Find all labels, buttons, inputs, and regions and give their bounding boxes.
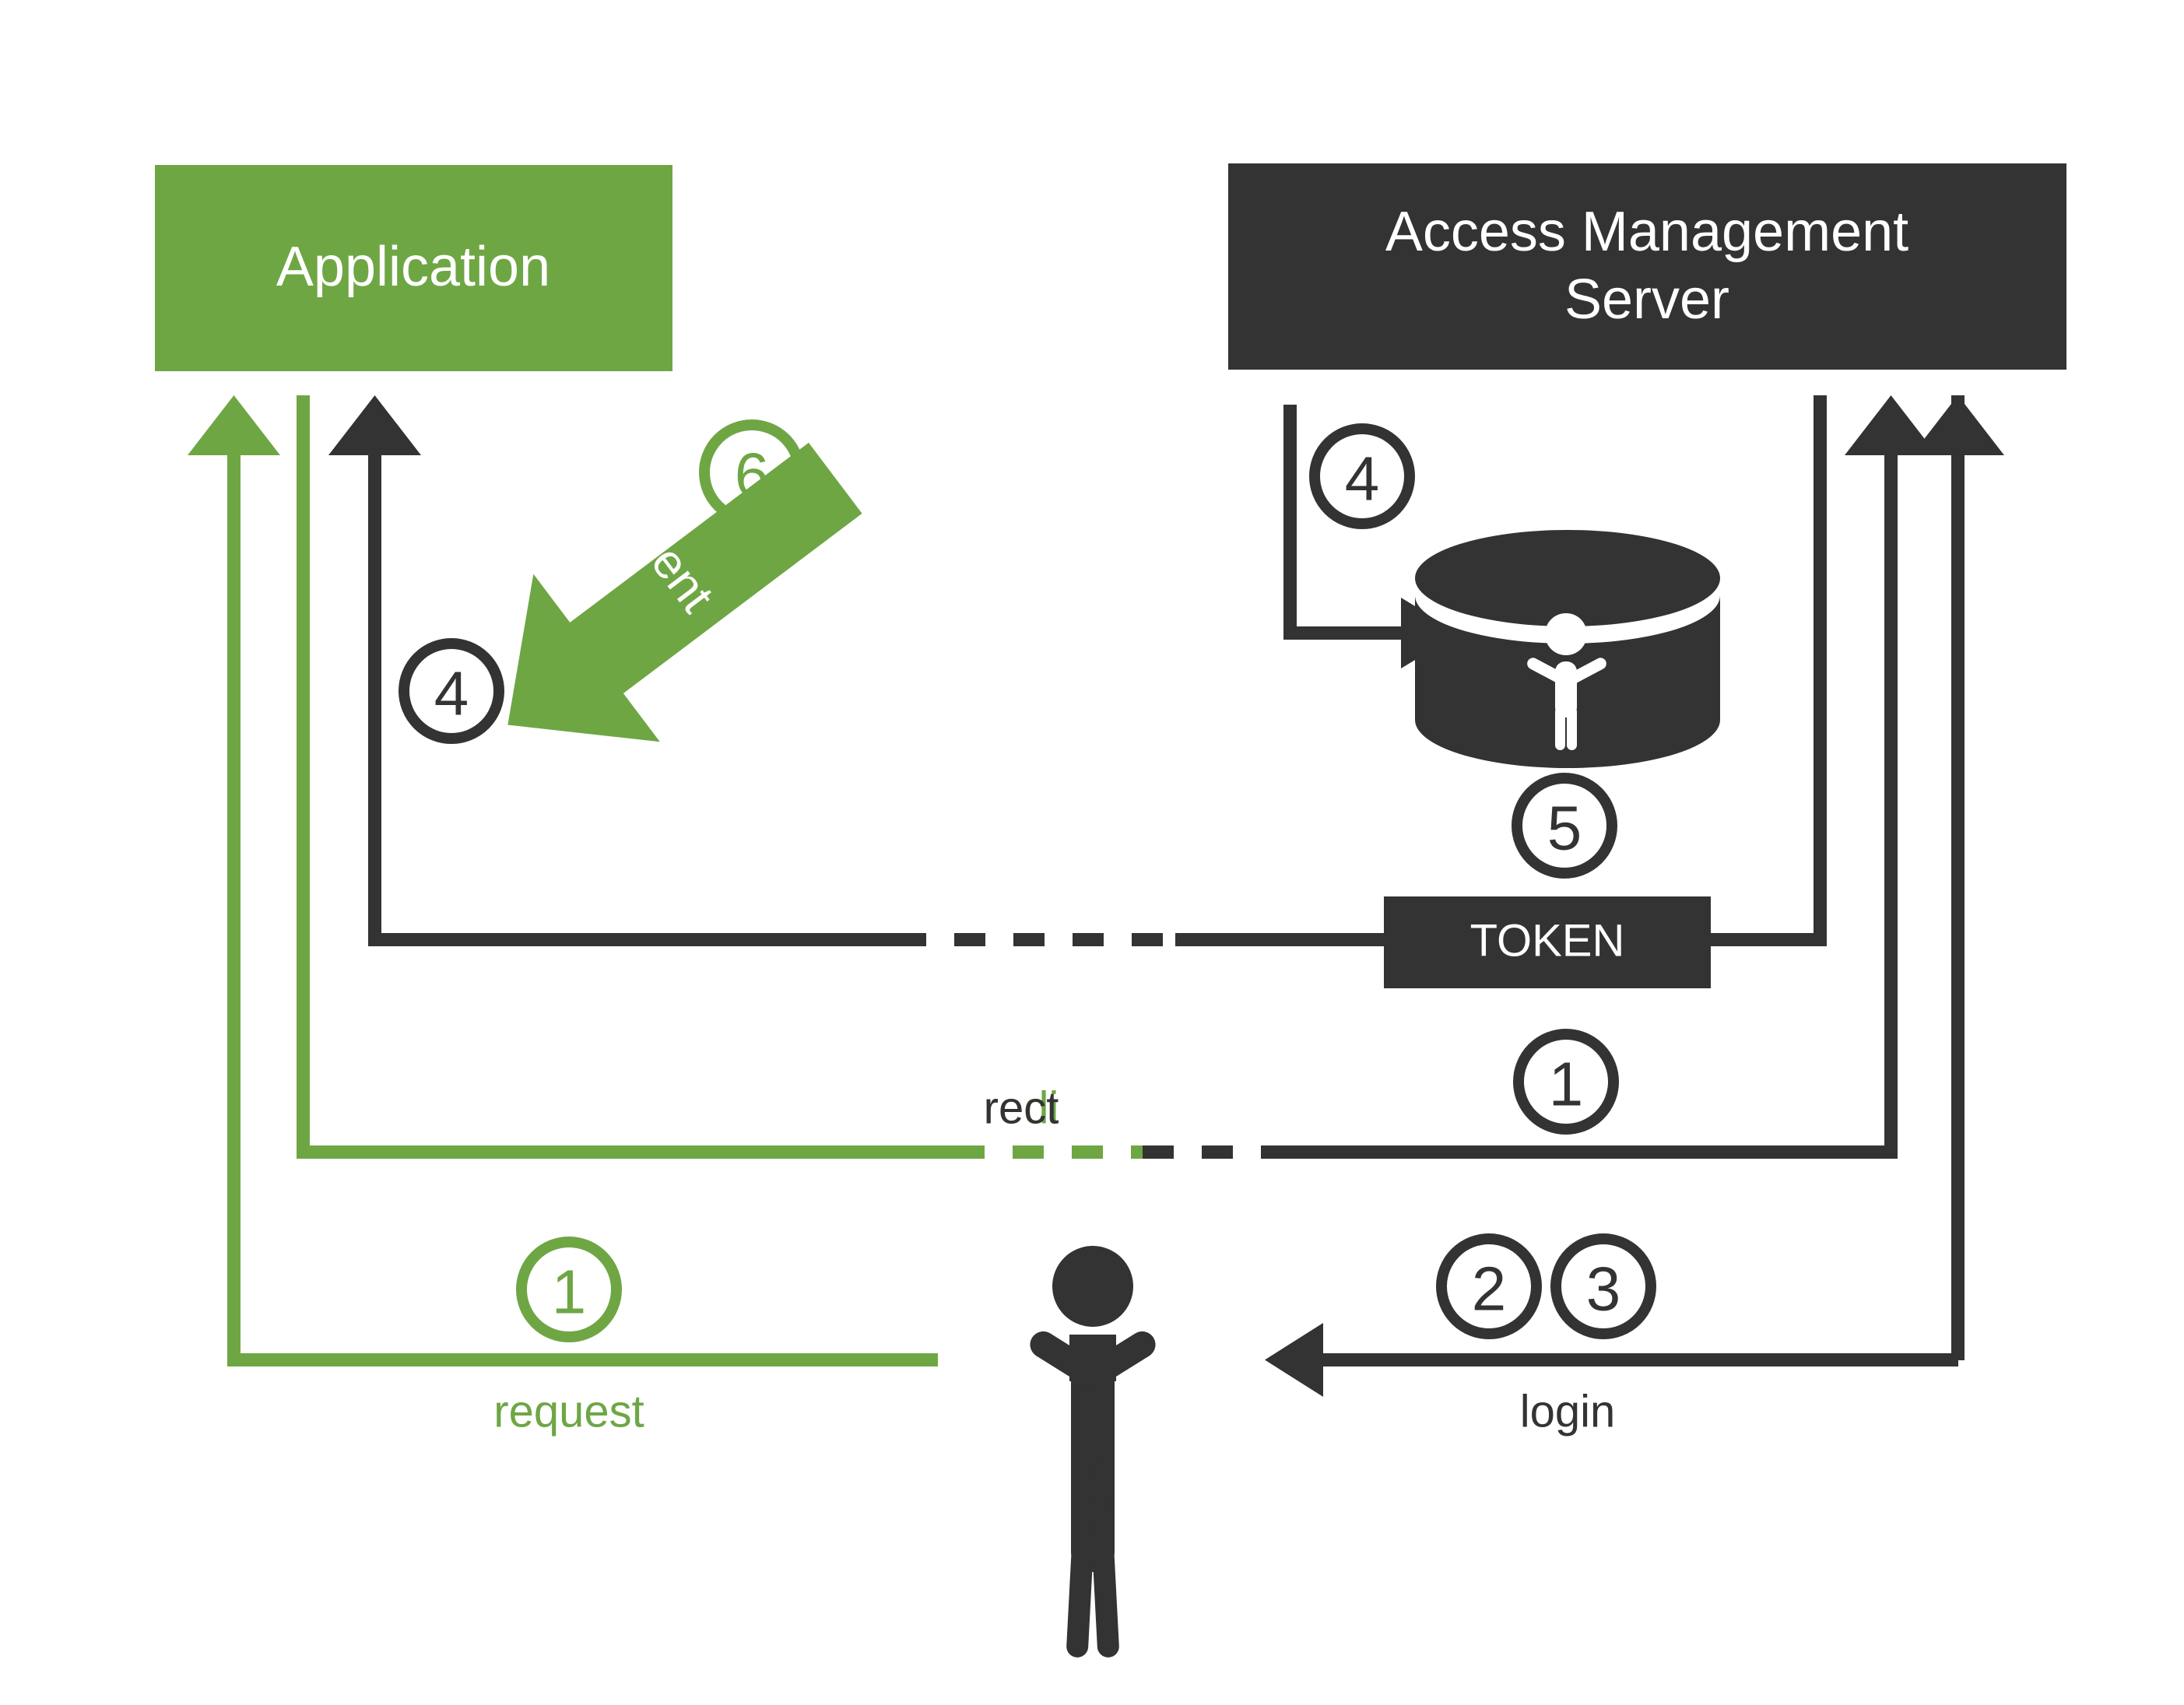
access-management-server-box[interactable] [1228,163,2066,370]
directory-vertical-line [1283,405,1297,640]
node-application[interactable]: Application [155,165,672,371]
redirect-riser-line [1884,436,1898,1159]
db-person-leg-right [1567,707,1577,750]
cylinder-top [1415,530,1720,626]
step-marker-2-login: 2 [1436,1233,1542,1339]
step-marker-3-login: 3 [1550,1233,1656,1339]
token-right-connector [1711,933,1827,946]
login-horizontal-line [1308,1353,1958,1366]
step-marker-5: 5 [1512,773,1617,879]
token-arrowhead-icon [328,395,421,455]
step-marker-4-directory: 4 [1309,423,1415,529]
db-person-leg-left [1555,707,1565,750]
token-left-connector [1175,933,1385,946]
step-3-login-number: 3 [1586,1254,1621,1324]
step-1-redirect-number: 1 [1549,1050,1584,1119]
directory-horizontal-line [1283,626,1420,640]
content-arrow: content [507,442,862,742]
login-arrowhead-icon [1265,1323,1323,1397]
flow-diagram-svg: Application Access Management Server TOK… [155,163,2066,1658]
user-shoulders [1069,1335,1116,1381]
step-5-number: 5 [1547,794,1582,863]
request-horizontal-line [233,1353,938,1366]
step-marker-1-request: 1 [516,1237,622,1342]
step-1-request-number: 1 [552,1258,587,1327]
node-token[interactable]: TOKEN [1384,896,1711,988]
user-head [1052,1246,1133,1327]
step-marker-1-redirect: 1 [1513,1029,1619,1135]
access-management-server-label-line2: Server [1564,268,1729,331]
user-directory-icon [1415,530,1720,768]
step-6-number: 6 [735,440,770,510]
request-arrowhead-icon [188,395,280,455]
login-vertical-line [1951,395,1965,1360]
request-vertical-line [227,436,241,1366]
token-riser-line [1814,395,1827,940]
step-2-login-number: 2 [1472,1254,1507,1324]
redirect-vertical-line [297,395,310,1159]
redirect-label: redi rect [984,1082,1059,1133]
access-management-server-label-line1: Access Management [1385,201,1908,263]
request-label: request [493,1386,644,1437]
edge-redirect [297,395,1937,1159]
user-person-icon [1030,1246,1156,1658]
redirect-horizontal-dark [1283,1145,1898,1159]
token-horizontal-line [374,933,897,946]
node-access-management-server[interactable]: Access Management Server [1228,163,2066,370]
step-4-directory-number: 4 [1345,444,1380,514]
token-application-riser [368,436,381,946]
step-marker-4-application: 4 [399,638,504,744]
diagram-canvas: Application Access Management Server TOK… [0,0,2184,1705]
login-top-arrowhead-icon [1912,395,2004,455]
step-4-application-number: 4 [434,659,469,728]
redirect-label-dark-part: rect [984,1082,1059,1133]
db-person-head [1545,613,1587,655]
token-label: TOKEN [1470,915,1625,966]
application-label: Application [276,236,550,298]
redirect-horizontal-green [297,1145,953,1159]
login-label: login [1520,1386,1616,1437]
